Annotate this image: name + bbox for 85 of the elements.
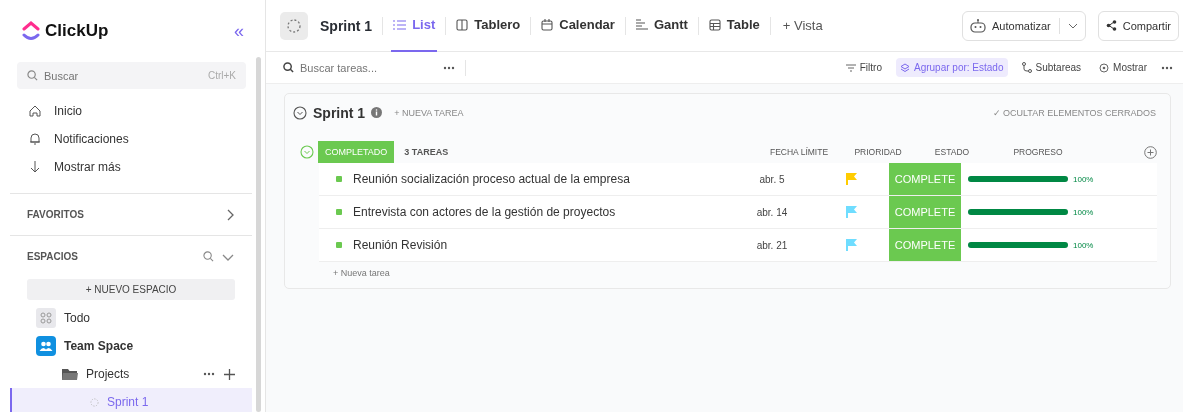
due-date: abr. 14: [755, 206, 789, 218]
view-tab[interactable]: List: [391, 0, 438, 52]
due-date: abr. 21: [755, 239, 789, 251]
task-name[interactable]: Reunión socialización proceso actual de la empresa: [353, 172, 630, 186]
view-tab[interactable]: Tablero: [454, 0, 523, 52]
nav-item[interactable]: Notificaciones: [10, 125, 252, 153]
view-tab[interactable]: Calendar: [539, 0, 617, 52]
logo-text: ClickUp: [45, 21, 109, 41]
task-row[interactable]: Reunión Revisión abr. 21 COMPLETE 100%: [319, 229, 1157, 262]
calendar-icon: [541, 18, 554, 31]
progress-percent: 100%: [1073, 174, 1094, 184]
task-name[interactable]: Entrevista con actores de la gestión de proyectos: [353, 205, 616, 219]
info-icon[interactable]: [371, 107, 383, 118]
eye-icon: [1099, 62, 1110, 73]
tree-item[interactable]: Sprint 1: [10, 388, 252, 412]
nav-item[interactable]: Mostrar más: [10, 153, 252, 181]
chevron-icon[interactable]: [222, 252, 234, 261]
column-header: FECHA LÍMITE: [768, 147, 830, 157]
scrollbar[interactable]: [256, 57, 261, 412]
more-icon[interactable]: [1161, 65, 1173, 70]
new-task-button[interactable]: + NUEVA TAREA: [394, 107, 464, 118]
hide-closed-button[interactable]: ✓ OCULTAR ELEMENTOS CERRADOS: [992, 107, 1156, 118]
status-badge: COMPLETADO: [318, 141, 395, 163]
task-row[interactable]: Entrevista con actores de la gestión de proyectos abr. 14 COMPLETE 100%: [319, 196, 1157, 229]
list-icon: [393, 18, 407, 31]
new-space-button[interactable]: + NUEVO ESPACIO: [27, 279, 235, 300]
task-row[interactable]: Reunión socialización proceso actual de la empresa abr. 5 COMPLETE 100%: [319, 163, 1157, 196]
plus-icon[interactable]: [224, 368, 235, 380]
robot-icon: [970, 18, 986, 33]
team-icon: [36, 336, 56, 356]
progress-percent: 100%: [1073, 207, 1094, 217]
subtask-icon: [1021, 62, 1032, 73]
tree-item[interactable]: Todo: [10, 304, 252, 332]
filter-icon: [845, 63, 856, 72]
filter-button[interactable]: Filtro: [841, 58, 886, 77]
board-icon: [456, 18, 469, 31]
add-view-button[interactable]: + Vista: [778, 18, 827, 33]
status-square-icon: [336, 209, 342, 215]
list-title: Sprint 1: [320, 17, 373, 34]
tree-item[interactable]: Team Space: [10, 332, 252, 360]
layers-icon: [900, 62, 910, 73]
search-input[interactable]: Buscar: [44, 69, 202, 82]
more-icon[interactable]: [203, 372, 215, 376]
share-button[interactable]: Compartir: [1097, 10, 1179, 41]
collapse-icon[interactable]: [293, 105, 307, 120]
logo-icon: [22, 21, 40, 41]
shortcut-text: Ctrl+K: [207, 70, 236, 81]
section-title: ESPACIOS: [27, 251, 78, 262]
collapse-button[interactable]: «: [234, 20, 244, 42]
home-icon: [28, 104, 42, 118]
column-header: PROGRESO: [1012, 147, 1064, 157]
task-count: 3 TAREAS: [404, 147, 449, 157]
grid-icon: [36, 308, 56, 328]
subtasks-button[interactable]: Subtareas: [1017, 58, 1086, 77]
view-tab[interactable]: Table: [706, 0, 762, 52]
favorites-section[interactable]: FAVORITOS: [10, 194, 252, 236]
search-icon[interactable]: [203, 251, 214, 262]
dotted-circle-icon: [90, 397, 99, 407]
column-header: ESTADO: [933, 147, 971, 157]
status-square-icon: [336, 176, 342, 182]
show-button[interactable]: Mostrar: [1095, 58, 1151, 77]
bell-icon: [28, 132, 42, 146]
list-title: Sprint 1: [313, 104, 366, 121]
search-icon: [283, 62, 294, 73]
gantt-icon: [635, 19, 648, 30]
add-column-icon[interactable]: [1143, 145, 1157, 159]
search-icon: [27, 70, 38, 81]
view-tab[interactable]: Gantt: [633, 0, 690, 52]
arrow-down-icon: [28, 160, 42, 174]
status-square-icon: [336, 242, 342, 248]
add-task-button[interactable]: + Nueva tarea: [333, 268, 390, 278]
folder-icon: [62, 367, 78, 381]
automate-button[interactable]: Automatizar: [962, 10, 1086, 41]
nav-item[interactable]: Inicio: [10, 97, 252, 125]
tree-item[interactable]: Projects: [10, 360, 252, 388]
task-search-field[interactable]: Buscar tareas...: [300, 61, 433, 74]
column-header: PRIORIDAD: [853, 147, 903, 157]
group-by-button[interactable]: Agrupar por: Estado: [896, 58, 1008, 77]
table-icon: [708, 18, 721, 31]
share-icon: [1105, 20, 1117, 31]
task-name[interactable]: Reunión Revisión: [353, 238, 448, 252]
due-date: abr. 5: [758, 173, 786, 185]
more-icon[interactable]: [443, 65, 455, 70]
chevron-down-icon: [1067, 22, 1078, 29]
progress-percent: 100%: [1073, 240, 1094, 250]
